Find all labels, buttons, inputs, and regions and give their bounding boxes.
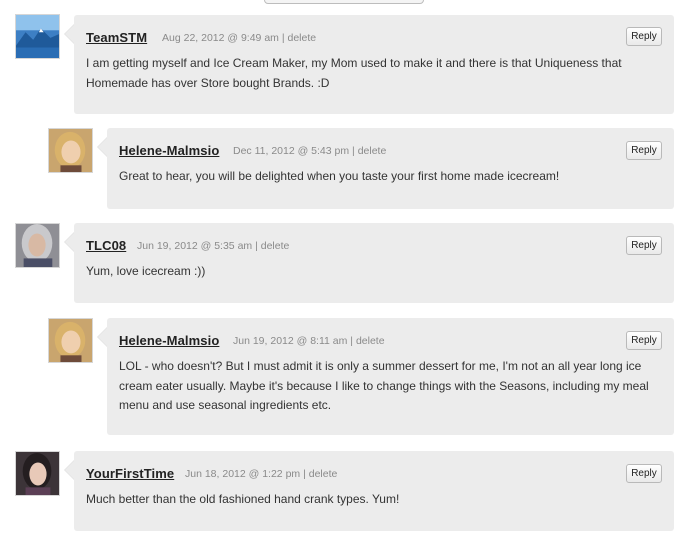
- comment-bubble: YourFirstTime Jun 18, 2012 @ 1:22 pm | d…: [64, 451, 674, 531]
- reply-button[interactable]: Reply: [626, 141, 662, 160]
- delete-link[interactable]: delete: [309, 468, 338, 480]
- comment-meta: Jun 19, 2012 @ 8:11 am | delete: [233, 335, 385, 347]
- comment-bubble: TLC08 Jun 19, 2012 @ 5:35 am | delete Re…: [64, 223, 674, 303]
- woman-dark-hair-avatar: [15, 451, 60, 496]
- comment-date: Jun 19, 2012 @ 8:11 am: [233, 335, 348, 347]
- comment-meta: Jun 19, 2012 @ 5:35 am | delete: [137, 240, 289, 252]
- comment-meta: Jun 18, 2012 @ 1:22 pm | delete: [185, 468, 337, 480]
- comment-bubble: TeamSTM Aug 22, 2012 @ 9:49 am | delete …: [64, 15, 674, 114]
- comment-text: LOL - who doesn't? But I must admit it i…: [119, 359, 649, 412]
- meta-separator: |: [255, 240, 258, 252]
- reply-button[interactable]: Reply: [626, 464, 662, 483]
- comment-date: Aug 22, 2012 @ 9:49 am: [162, 32, 279, 44]
- meta-separator: |: [303, 468, 306, 480]
- top-button-edge: [264, 0, 424, 4]
- woman-gray-hair-avatar: [15, 223, 60, 268]
- comment-bubble: Helene-Malmsio Jun 19, 2012 @ 8:11 am | …: [97, 318, 674, 435]
- landscape-avatar: [15, 14, 60, 59]
- meta-separator: |: [352, 145, 355, 157]
- comment-author-link[interactable]: TLC08: [86, 238, 126, 253]
- reply-button[interactable]: Reply: [626, 27, 662, 46]
- meta-separator: |: [281, 32, 285, 44]
- reply-button[interactable]: Reply: [626, 331, 662, 350]
- comment-meta: Dec 11, 2012 @ 5:43 pm | delete: [233, 145, 386, 157]
- comment-date: Jun 19, 2012 @ 5:35 am: [137, 240, 253, 252]
- comment-author-link[interactable]: TeamSTM: [86, 30, 147, 45]
- comment-author-link[interactable]: Helene-Malmsio: [119, 333, 219, 348]
- delete-link[interactable]: delete: [261, 240, 290, 252]
- delete-link[interactable]: delete: [287, 32, 316, 44]
- comment-bubble: Helene-Malmsio Dec 11, 2012 @ 5:43 pm | …: [97, 128, 674, 209]
- comment-text: Yum, love icecream :)): [86, 264, 206, 278]
- comment-author-link[interactable]: Helene-Malmsio: [119, 143, 219, 158]
- delete-link[interactable]: delete: [356, 335, 385, 347]
- woman-blonde-avatar: [48, 318, 93, 363]
- comment-text: I am getting myself and Ice Cream Maker,…: [86, 56, 622, 90]
- comment-date: Jun 18, 2012 @ 1:22 pm: [185, 468, 301, 480]
- comment-text: Much better than the old fashioned hand …: [86, 492, 400, 506]
- comment-meta: Aug 22, 2012 @ 9:49 am | delete: [162, 32, 316, 44]
- woman-blonde-avatar: [48, 128, 93, 173]
- meta-separator: |: [350, 335, 354, 347]
- comment-text: Great to hear, you will be delighted whe…: [119, 169, 560, 183]
- reply-button[interactable]: Reply: [626, 236, 662, 255]
- comment-date: Dec 11, 2012 @ 5:43 pm: [233, 145, 350, 157]
- delete-link[interactable]: delete: [358, 145, 387, 157]
- comment-author-link[interactable]: YourFirstTime: [86, 466, 174, 481]
